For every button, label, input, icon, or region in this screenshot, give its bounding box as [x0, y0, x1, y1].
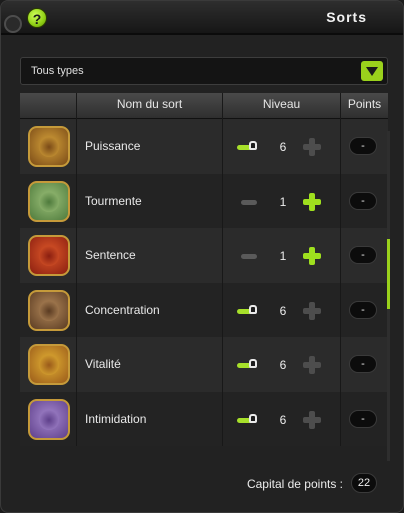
increase-level-button[interactable] — [303, 138, 321, 156]
spell-points-cell: - — [341, 119, 388, 174]
spell-level: 6 — [279, 140, 287, 154]
spell-name-cell: Concentration — [77, 282, 223, 337]
spell-level: 6 — [279, 412, 287, 427]
window-corner-icon — [4, 15, 22, 33]
lock-icon — [237, 303, 261, 319]
spell-icon-cell — [20, 282, 77, 337]
capital-label: Capital de points : — [246, 477, 343, 491]
spell-level: 1 — [279, 249, 287, 263]
spells-table: Nom du sort Niveau Points Puissance 6- Tou… — [20, 93, 388, 465]
spell-emblem-icon — [39, 137, 59, 157]
spell-row[interactable]: Vitalité 6 - — [20, 337, 388, 392]
spell-points: - — [349, 300, 377, 319]
column-header-icon — [20, 93, 77, 119]
increase-level-button[interactable] — [303, 192, 321, 211]
spell-icon-cell — [20, 228, 77, 283]
column-header-name[interactable]: Nom du sort — [77, 93, 223, 119]
spell-level: 1 — [279, 194, 287, 209]
spell-emblem-icon — [39, 246, 59, 266]
spell-emblem-icon — [39, 300, 59, 321]
window-title: Sorts — [326, 9, 367, 25]
spell-level-cell: 6 — [223, 391, 341, 446]
spell-icon-cell — [20, 119, 77, 174]
spell-name-cell: Sentence — [77, 228, 223, 283]
spell-points: - — [349, 355, 377, 373]
increase-level-button[interactable] — [303, 356, 321, 374]
lock-icon — [237, 412, 261, 428]
spell-points: - — [349, 246, 377, 264]
spell-level-cell: 1 — [223, 173, 341, 228]
spell-row[interactable]: Sentence 1 - — [20, 228, 388, 283]
capital-value: 22 — [351, 473, 377, 493]
spell-points-cell: - — [341, 337, 388, 392]
spell-icon[interactable] — [28, 180, 70, 222]
spell-points: - — [349, 409, 377, 428]
title-bar: ? Sorts — [1, 1, 403, 35]
help-button[interactable]: ? — [27, 8, 47, 28]
spell-name-cell: Vitalité — [77, 337, 223, 392]
spells-window: ? Sorts Tous types Nom du sort Niveau Po… — [0, 0, 404, 513]
spell-points-cell: - — [341, 174, 388, 229]
column-header-points[interactable]: Points — [341, 93, 388, 119]
spell-points-cell: - — [341, 228, 388, 283]
spell-points: - — [349, 137, 377, 155]
spell-icon[interactable] — [28, 126, 70, 167]
spell-name: Intimidation — [85, 411, 147, 426]
increase-level-button[interactable] — [303, 301, 321, 320]
spell-points: - — [349, 191, 377, 210]
spells-list: Puissance 6- Tourmente 1- Sentence 1- Concentr… — [20, 119, 388, 465]
lock-icon — [237, 357, 261, 373]
spell-row[interactable]: Puissance 6 - — [20, 119, 388, 174]
spell-row[interactable]: Intimidation 6 - — [20, 391, 388, 447]
spell-icon-cell — [20, 337, 77, 392]
spell-type-selected: Tous types — [31, 65, 84, 77]
spell-level: 6 — [279, 303, 287, 318]
increase-level-button[interactable] — [303, 410, 321, 429]
column-header-level[interactable]: Niveau — [223, 93, 341, 119]
spell-icon-cell — [20, 391, 77, 446]
spell-points-cell: - — [341, 392, 388, 447]
spell-icon[interactable] — [28, 344, 70, 385]
decrease-level-button[interactable] — [241, 199, 257, 205]
spell-name-cell: Tourmente — [77, 173, 223, 228]
spell-emblem-icon — [39, 191, 59, 212]
spell-name: Sentence — [85, 248, 136, 262]
spell-level-cell: 1 — [223, 228, 341, 283]
increase-level-button[interactable] — [303, 247, 321, 265]
spell-level-cell: 6 — [223, 282, 341, 337]
spell-emblem-icon — [39, 355, 59, 375]
spell-icon[interactable] — [28, 398, 70, 440]
lock-icon — [237, 139, 261, 155]
chevron-down-icon[interactable] — [361, 61, 383, 81]
spell-level: 6 — [279, 358, 287, 372]
spell-emblem-icon — [39, 409, 59, 430]
spell-level-cell: 6 — [223, 337, 341, 392]
spell-type-dropdown[interactable]: Tous types — [20, 57, 388, 85]
spell-points-cell: - — [341, 283, 388, 338]
spell-row[interactable]: Concentration 6 - — [20, 282, 388, 338]
spell-icon[interactable] — [28, 235, 70, 276]
decrease-level-button[interactable] — [241, 254, 257, 259]
spell-row[interactable]: Tourmente 1 - — [20, 173, 388, 229]
spell-icon-cell — [20, 173, 77, 228]
spell-name: Vitalité — [85, 357, 121, 371]
spell-level-cell: 6 — [223, 119, 341, 174]
scrollbar-thumb[interactable] — [387, 239, 390, 309]
spell-name-cell: Intimidation — [77, 391, 223, 446]
spell-name: Concentration — [85, 302, 160, 317]
table-header: Nom du sort Niveau Points — [20, 93, 388, 119]
spell-icon[interactable] — [28, 289, 70, 331]
spell-name-cell: Puissance — [77, 119, 223, 174]
spell-name: Tourmente — [85, 193, 142, 208]
spell-name: Puissance — [85, 139, 141, 153]
